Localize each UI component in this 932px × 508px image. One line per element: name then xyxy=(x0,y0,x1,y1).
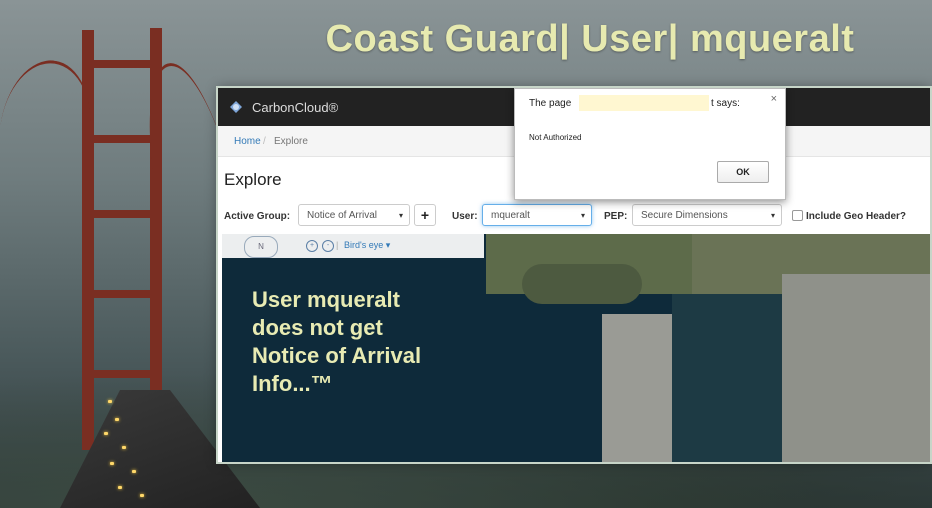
dialog-title-suffix: t says: xyxy=(711,98,740,109)
dialog-message: Not Authorized xyxy=(529,133,582,142)
chevron-down-icon: ▾ xyxy=(580,211,585,220)
map-urban-sf xyxy=(602,314,672,462)
zoom-in-icon[interactable]: + xyxy=(306,240,318,252)
compass-icon[interactable]: N xyxy=(244,236,278,258)
zoom-out-icon[interactable]: - xyxy=(322,240,334,252)
chevron-down-icon: ▾ xyxy=(770,211,775,220)
geo-header-checkbox[interactable] xyxy=(792,210,803,221)
map-land-marin xyxy=(522,264,642,304)
carboncloud-logo-icon[interactable] xyxy=(228,99,244,115)
page-title: Explore xyxy=(224,170,282,189)
map-controls: N + - | Bird's eye ▾ xyxy=(222,234,484,258)
chevron-down-icon: ▾ xyxy=(398,211,403,220)
user-label: User: xyxy=(452,211,478,222)
dialog-title-prefix: The page xyxy=(529,98,572,109)
pep-value: Secure Dimensions xyxy=(641,210,728,221)
dialog-origin-highlight xyxy=(579,95,709,111)
map-bay-water xyxy=(672,294,782,462)
brand-name[interactable]: CarbonCloud® xyxy=(252,100,338,115)
map-controls-separator: | xyxy=(336,240,339,250)
ok-button[interactable]: OK xyxy=(717,161,769,183)
birds-eye-dropdown[interactable]: Bird's eye ▾ xyxy=(344,240,390,251)
overlay-line-1: User mqueralt xyxy=(252,287,400,312)
active-group-select[interactable]: Notice of Arrival ▾ xyxy=(298,204,410,226)
geo-header-label: Include Geo Header? xyxy=(806,211,907,222)
active-group-label: Active Group: xyxy=(224,211,291,222)
toolbar: Active Group: Notice of Arrival ▾ + User… xyxy=(218,201,930,231)
add-group-button[interactable]: + xyxy=(414,204,436,226)
breadcrumb-home-link[interactable]: Home xyxy=(234,136,261,147)
close-icon[interactable]: × xyxy=(771,93,777,105)
alert-dialog: The page t says: × Not Authorized OK xyxy=(514,88,786,200)
breadcrumb-separator: / xyxy=(263,136,266,147)
user-value: mqueralt xyxy=(491,210,530,221)
app-window: CarbonCloud® Home / Explore Explore Acti… xyxy=(218,88,930,462)
slide-title: Coast Guard| User| mqueralt xyxy=(325,18,855,60)
pep-select[interactable]: Secure Dimensions ▾ xyxy=(632,204,782,226)
active-group-value: Notice of Arrival xyxy=(307,210,378,221)
pep-label: PEP: xyxy=(604,211,628,222)
overlay-line-3: Notice of Arrival xyxy=(252,343,422,368)
user-select[interactable]: mqueralt ▾ xyxy=(482,204,592,226)
map-urban-east xyxy=(782,274,930,462)
overlay-line-2: does not get xyxy=(252,315,383,340)
map-view[interactable]: N + - | Bird's eye ▾ User mqueralt does … xyxy=(222,234,930,462)
overlay-line-4: Info...™ xyxy=(252,371,333,396)
breadcrumb-current: Explore xyxy=(274,136,308,147)
overlay-caption: User mqueralt does not get Notice of Arr… xyxy=(252,286,482,398)
